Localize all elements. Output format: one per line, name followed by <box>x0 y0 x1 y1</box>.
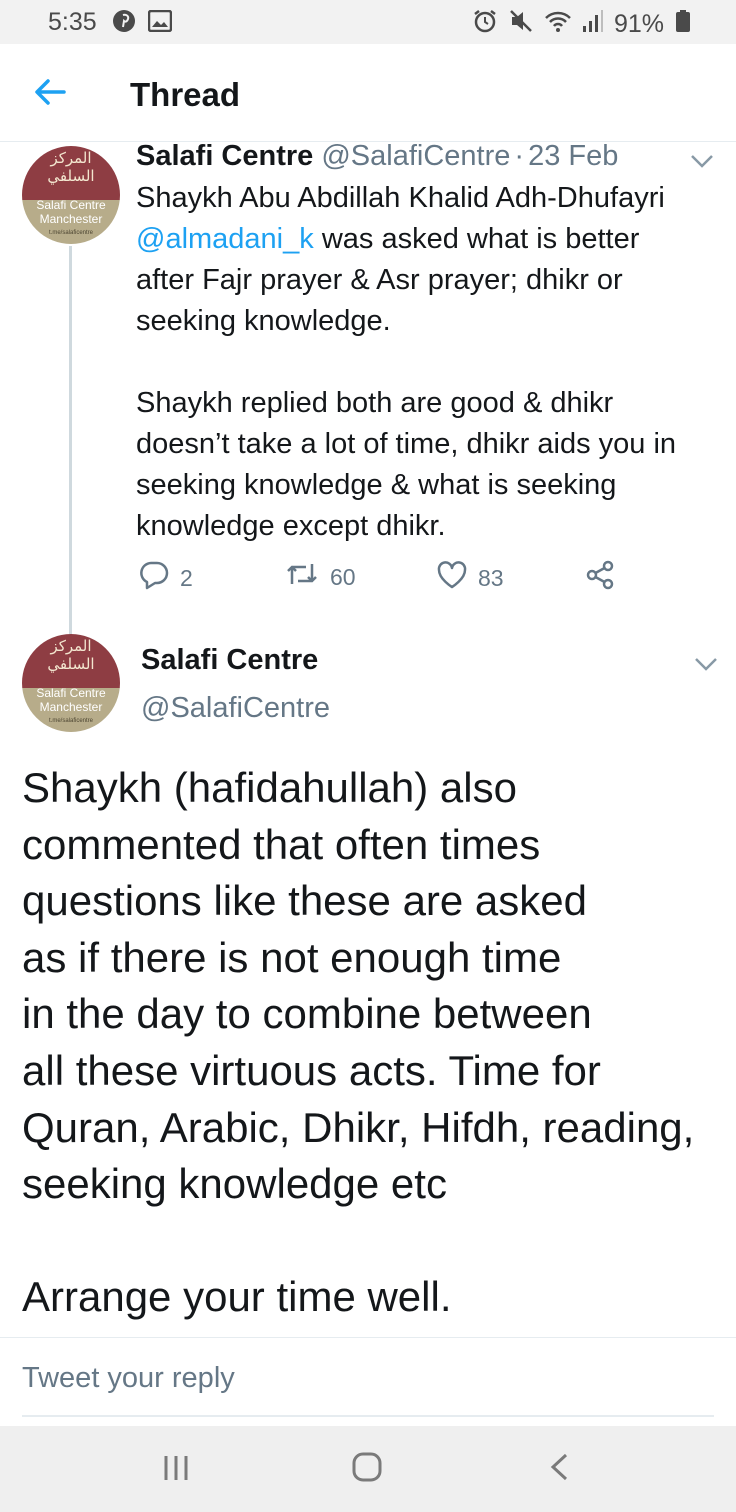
gallery-icon <box>147 9 173 37</box>
tweet-author-handle[interactable]: @SalafiCentre <box>141 692 330 725</box>
share-icon <box>584 560 616 596</box>
tweet-author-name[interactable]: Salafi Centre <box>136 140 313 172</box>
thread-header: Thread <box>0 44 736 142</box>
chevron-down-icon[interactable] <box>690 153 714 169</box>
meta-separator: · <box>514 140 525 172</box>
back-nav-icon[interactable] <box>548 1452 570 1487</box>
reply-button[interactable]: 2 <box>138 560 193 596</box>
tweet-author-name[interactable]: Salafi Centre <box>141 644 318 677</box>
avatar[interactable]: المركز السلفي Salafi Centre Manchester t.m… <box>22 146 120 244</box>
heart-icon <box>436 560 468 596</box>
arrow-left-icon[interactable] <box>32 76 68 108</box>
reply-count: 2 <box>180 564 193 591</box>
mute-icon <box>508 8 534 41</box>
status-bar: 5:35 91% <box>0 0 736 44</box>
alarm-icon <box>472 8 498 41</box>
signal-icon <box>582 9 604 40</box>
share-button[interactable] <box>584 560 616 596</box>
divider <box>0 1337 736 1338</box>
reply-icon <box>138 560 170 596</box>
retweet-count: 60 <box>330 563 356 590</box>
pinterest-icon <box>112 9 136 38</box>
recent-apps-icon[interactable] <box>162 1454 190 1487</box>
tweet1-text: Shaykh Abu Abdillah Khalid Adh-Dhufayri … <box>136 182 677 542</box>
avatar[interactable]: المركز السلفي Salafi Centre Manchester t.m… <box>22 634 120 732</box>
thread-connector-line <box>69 246 72 634</box>
reply-input[interactable]: Tweet your reply <box>22 1362 712 1395</box>
tweet2-text: Shaykh (hafidahullah) also commented tha… <box>22 764 695 1320</box>
tweet-author-handle[interactable]: @SalafiCentre <box>321 140 510 172</box>
status-right: 91% <box>472 8 664 41</box>
battery-icon <box>676 10 690 32</box>
tweet-actions: 2 60 83 <box>136 560 696 600</box>
page-title: Thread <box>130 76 241 113</box>
like-count: 83 <box>478 564 504 591</box>
reply-input-underline <box>22 1415 714 1417</box>
home-icon[interactable] <box>352 1452 382 1487</box>
mention-link[interactable]: @almadani_k <box>136 223 314 255</box>
retweet-icon <box>284 560 320 594</box>
battery-label: 91% <box>613 10 664 38</box>
chevron-down-icon[interactable] <box>694 656 718 672</box>
status-left-icons <box>112 9 173 38</box>
tweet-date[interactable]: 23 Feb <box>528 140 618 172</box>
like-button[interactable]: 83 <box>436 560 504 596</box>
retweet-button[interactable]: 60 <box>284 560 356 594</box>
wifi-icon <box>544 9 572 40</box>
status-time: 5:35 <box>48 8 97 36</box>
tweet1-meta: Salafi Centre @SalafiCentre · 23 Feb <box>136 140 618 173</box>
android-nav-bar <box>0 1426 736 1512</box>
